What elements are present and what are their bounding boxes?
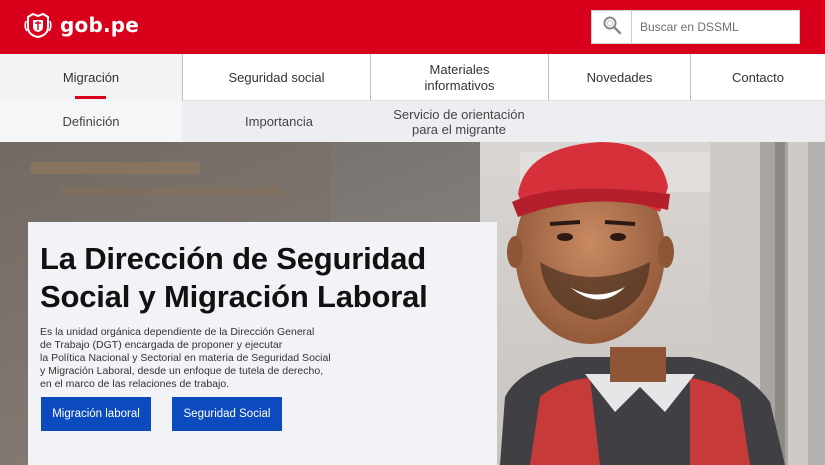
sub-nav-item-definicion[interactable]: Definición: [0, 101, 182, 142]
logo-text: gob.pe: [60, 13, 140, 37]
nav-item-label: Seguridad social: [228, 69, 325, 85]
seguridad-social-button[interactable]: Seguridad Social: [172, 397, 282, 431]
search-input[interactable]: [632, 11, 799, 43]
hero-description: Es la unidad orgánica dependiente de la …: [40, 326, 331, 390]
top-header: gob.pe: [0, 0, 825, 54]
hero-title: La Dirección de Seguridad Social y Migra…: [40, 241, 428, 314]
search-box: [591, 10, 800, 44]
nav-item-label: Novedades: [586, 69, 653, 85]
nav-item-label: Contacto: [731, 69, 785, 85]
nav-item-novedades[interactable]: Novedades: [548, 54, 690, 101]
sub-nav-item-label: Definición: [62, 114, 120, 129]
search-icon: [602, 15, 622, 40]
nav-item-contacto[interactable]: Contacto: [690, 54, 825, 101]
search-button[interactable]: [592, 11, 632, 43]
nav-item-materiales-informativos[interactable]: Materiales informativos: [370, 54, 548, 101]
nav-item-migracion[interactable]: Migración: [0, 54, 182, 101]
main-nav: Migración Seguridad social Materiales in…: [0, 54, 825, 101]
nav-item-label: Materiales informativos: [424, 61, 495, 93]
gob-pe-logo[interactable]: gob.pe: [24, 11, 139, 39]
nav-item-seguridad-social[interactable]: Seguridad social: [182, 54, 370, 101]
sub-nav-item-label: Importancia: [245, 114, 313, 129]
sub-nav: Definición Importancia Servicio de orien…: [0, 101, 825, 142]
coat-of-arms-icon: [24, 11, 52, 39]
nav-item-label: Migración: [62, 69, 120, 85]
migracion-laboral-button[interactable]: Migración laboral: [41, 397, 151, 431]
active-nav-indicator: [75, 96, 106, 99]
sub-nav-item-servicio-orientacion[interactable]: Servicio de orientación para el migrante: [376, 101, 542, 142]
sub-nav-item-importancia[interactable]: Importancia: [182, 101, 376, 142]
sub-nav-item-label: Servicio de orientación para el migrante: [393, 106, 525, 137]
